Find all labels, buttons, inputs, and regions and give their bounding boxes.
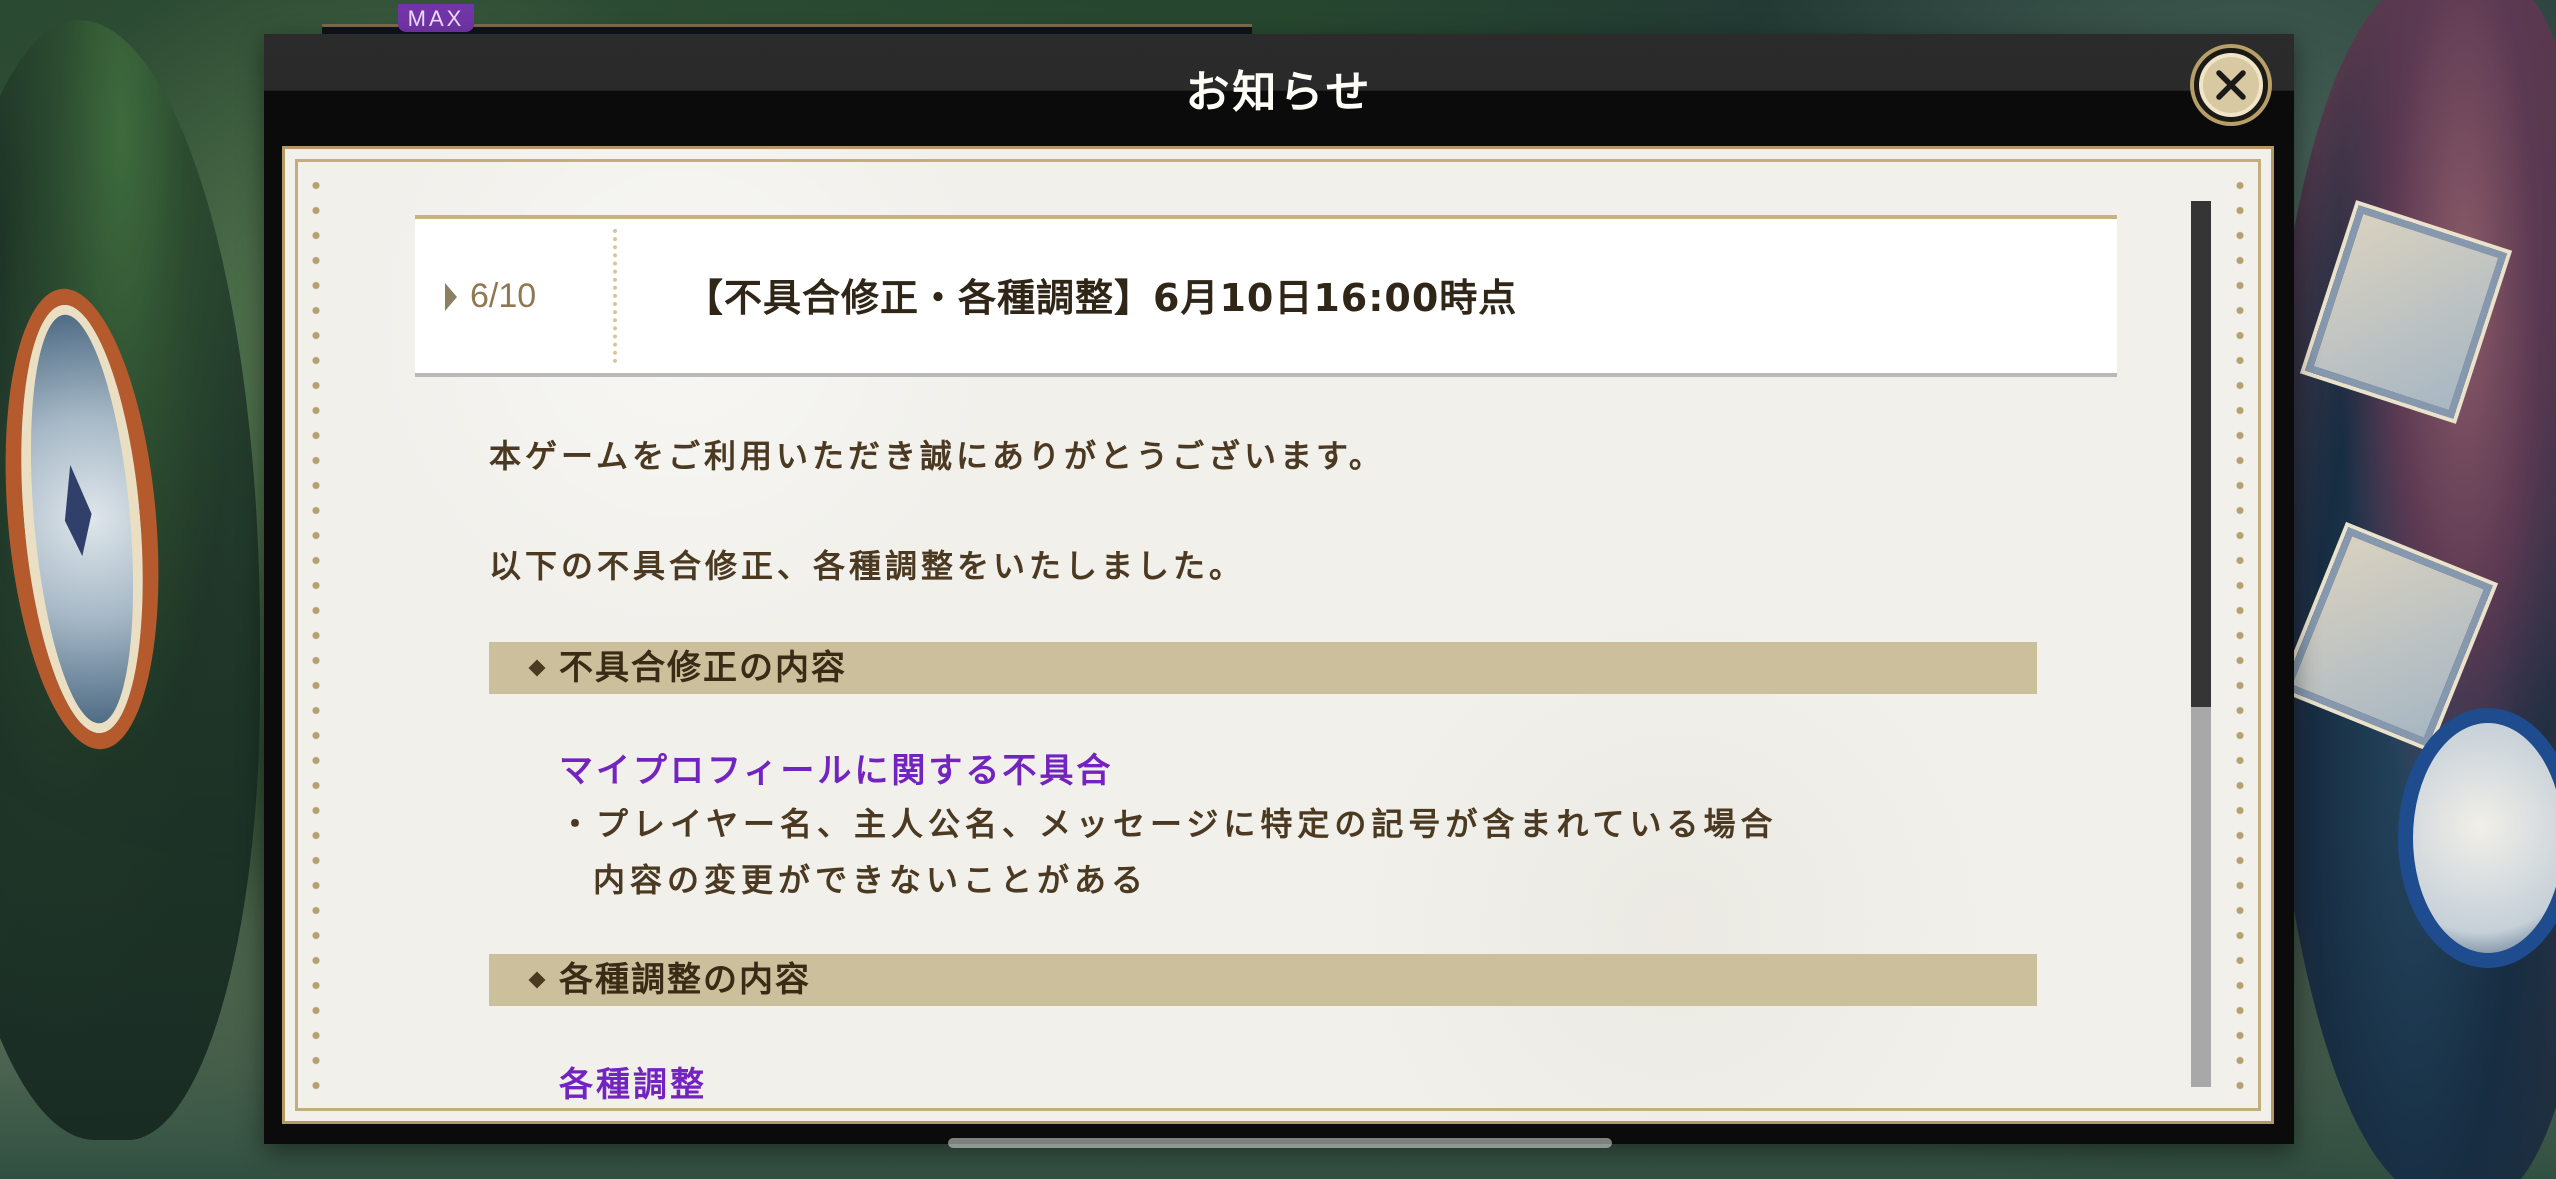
profile-issue-line: ・プレイヤー名、主人公名、メッセージに特定の記号が含まれている場合: [559, 805, 1778, 843]
notice-date: 6/10: [470, 277, 537, 315]
notice-title: 【不具合修正・各種調整】6月10日16:00時点: [685, 276, 1518, 320]
profile-issue-title: マイプロフィールに関する不具合: [559, 751, 1114, 791]
section-heading-label: 不具合修正の内容: [559, 648, 847, 688]
adjustment-item-title: 各種調整: [559, 1065, 707, 1105]
scrollbar-track[interactable]: [2191, 201, 2211, 1087]
greeting-text: 本ゲームをご利用いただき誠にありがとうございます。: [489, 437, 1385, 475]
notice-date-divider: [613, 229, 617, 363]
game-notice-screen: MAX お知らせ 6/10 【不具合修正・各種調整】6月10日16:00時点 本…: [0, 0, 2556, 1179]
adjustment-section-heading: 各種調整の内容: [489, 954, 2037, 1006]
bottom-scroll-handle[interactable]: [948, 1138, 1612, 1148]
dialog-title: お知らせ: [1185, 67, 1373, 118]
profile-issue-line: 内容の変更ができないことがある: [593, 861, 1149, 899]
right-dotted-border: [2235, 173, 2245, 1097]
intro-text: 以下の不具合修正、各種調整をいたしました。: [489, 547, 1246, 585]
diamond-bullet-icon: [528, 659, 546, 677]
scrollbar-thumb[interactable]: [2191, 201, 2211, 707]
chevron-right-icon: [445, 283, 457, 311]
notice-header-card: 6/10 【不具合修正・各種調整】6月10日16:00時点: [415, 215, 2117, 377]
notice-dialog: お知らせ 6/10 【不具合修正・各種調整】6月10日16:00時点 本ゲームを…: [264, 34, 2294, 1144]
diamond-bullet-icon: [528, 971, 546, 989]
left-dotted-border: [311, 173, 321, 1097]
max-badge: MAX: [398, 4, 474, 32]
bug-fix-section-heading: 不具合修正の内容: [489, 642, 2037, 694]
section-heading-label: 各種調整の内容: [559, 960, 811, 1000]
close-button[interactable]: [2194, 48, 2268, 122]
close-icon: [2216, 70, 2246, 100]
dialog-header: お知らせ: [264, 34, 2294, 142]
notice-content-panel[interactable]: 6/10 【不具合修正・各種調整】6月10日16:00時点 本ゲームをご利用いた…: [282, 146, 2274, 1124]
